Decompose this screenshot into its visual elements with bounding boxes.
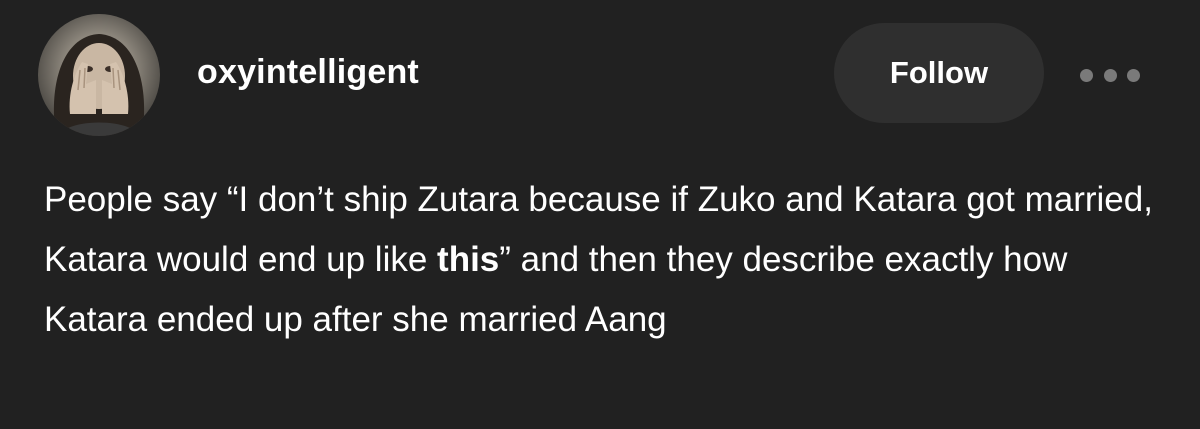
avatar-image xyxy=(53,34,145,136)
follow-button[interactable]: Follow xyxy=(834,23,1044,123)
post-text: People say “I don’t ship Zutara because … xyxy=(44,170,1164,350)
ellipsis-icon xyxy=(1103,68,1117,82)
ellipsis-icon xyxy=(1127,68,1140,82)
post-card: oxyintelligent Follow People say “I don’… xyxy=(0,0,1200,429)
post-text-bold: this xyxy=(437,240,500,279)
avatar[interactable] xyxy=(38,14,160,136)
more-options-button[interactable] xyxy=(1080,63,1140,87)
ellipsis-icon xyxy=(1080,68,1093,82)
username[interactable]: oxyintelligent xyxy=(197,53,419,92)
